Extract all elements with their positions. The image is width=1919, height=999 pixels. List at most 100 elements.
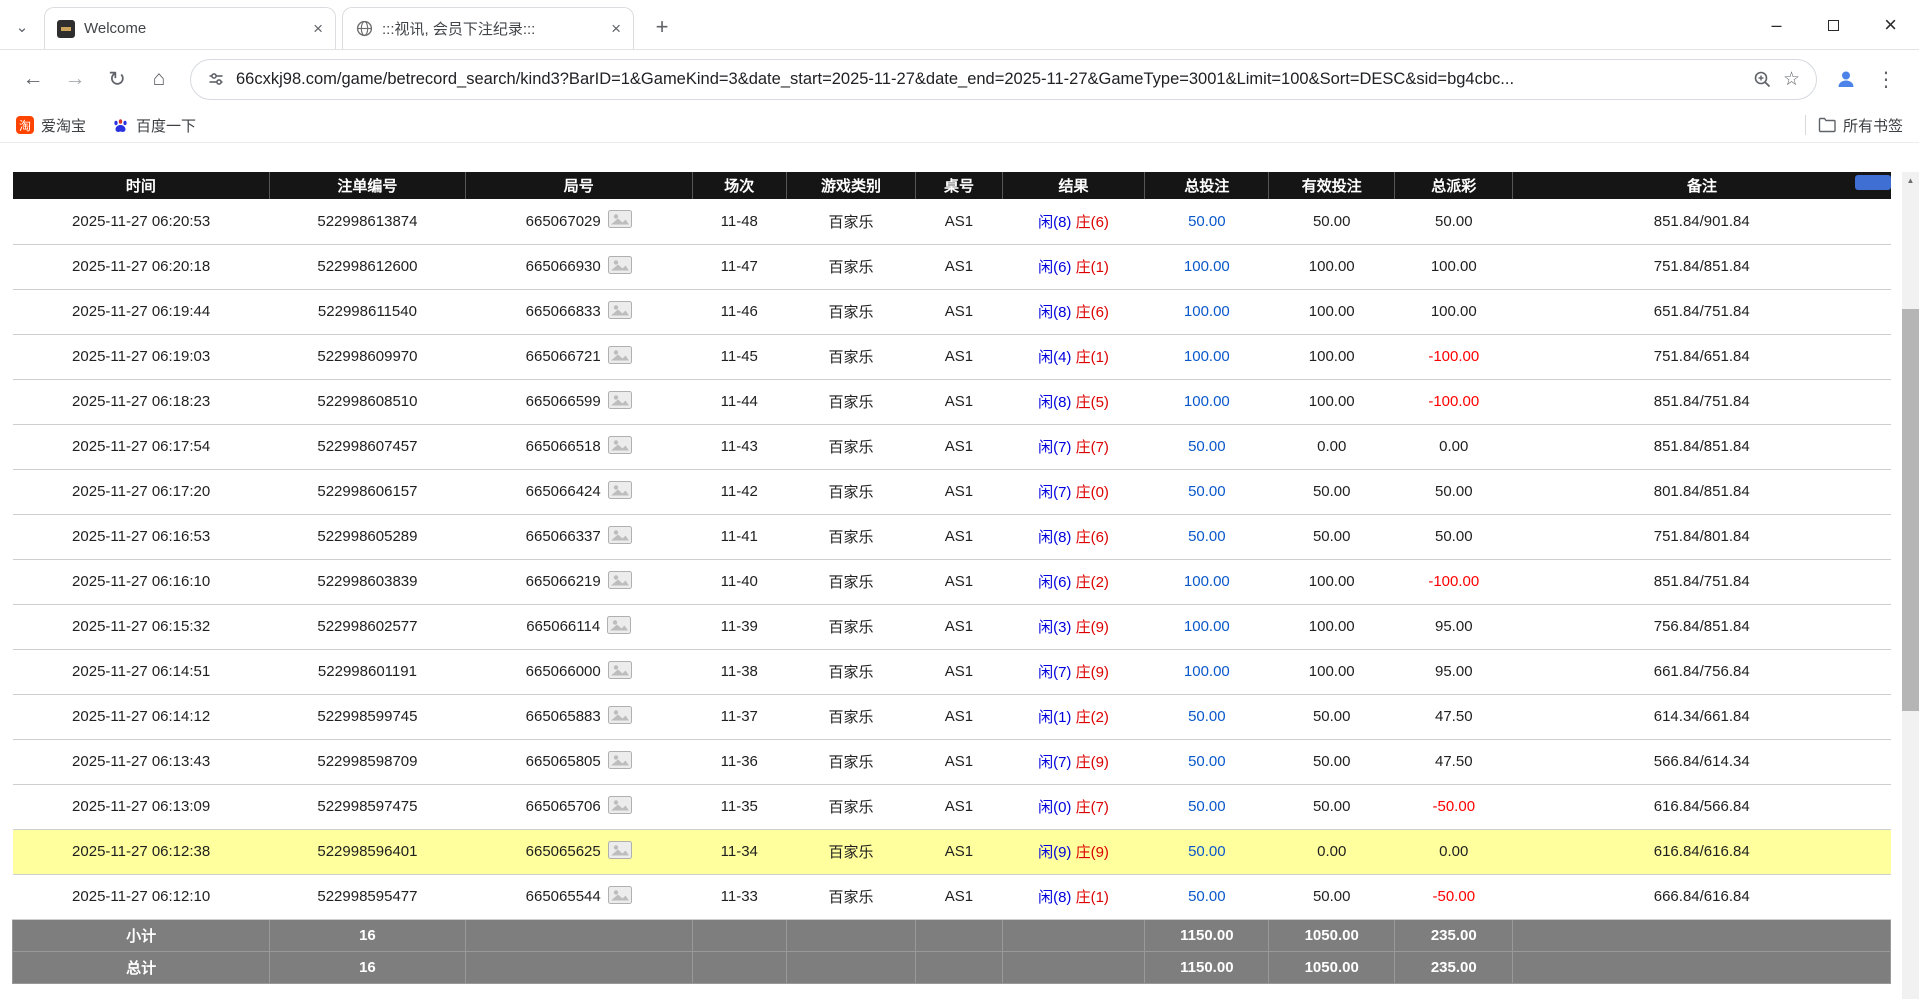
close-button[interactable]: × <box>1862 0 1919 50</box>
total-bet-link[interactable]: 100.00 <box>1184 258 1230 275</box>
round-image-icon[interactable] <box>608 706 632 728</box>
round-image-icon[interactable] <box>608 256 632 278</box>
maximize-button[interactable] <box>1805 0 1862 50</box>
round-image-icon[interactable] <box>608 751 632 773</box>
tab-welcome[interactable]: Welcome × <box>44 7 336 49</box>
partially-visible-button[interactable] <box>1855 175 1891 190</box>
total-bet-link[interactable]: 100.00 <box>1184 663 1230 680</box>
bet-row[interactable]: 2025-11-27 06:13:43522998598709665065805… <box>13 739 1891 784</box>
total-bet-link[interactable]: 50.00 <box>1188 438 1226 455</box>
bet-row[interactable]: 2025-11-27 06:14:51522998601191665066000… <box>13 649 1891 694</box>
tab-close-icon[interactable]: × <box>611 20 621 37</box>
cell-total-bet: 50.00 <box>1145 829 1269 874</box>
cell-game-type: 百家乐 <box>786 199 916 244</box>
bet-row[interactable]: 2025-11-27 06:20:53522998613874665067029… <box>13 199 1891 244</box>
cell-total-bet: 50.00 <box>1145 514 1269 559</box>
refresh-button[interactable]: ↻ <box>96 58 138 100</box>
cell-valid-bet: 50.00 <box>1269 514 1395 559</box>
bet-row[interactable]: 2025-11-27 06:15:32522998602577665066114… <box>13 604 1891 649</box>
cell-session: 11-43 <box>692 424 786 469</box>
cell-valid-bet: 50.00 <box>1269 784 1395 829</box>
all-bookmarks-label: 所有书签 <box>1843 115 1903 136</box>
bookmark-taobao[interactable]: 淘 爱淘宝 <box>16 115 86 136</box>
round-image-icon[interactable] <box>608 526 632 548</box>
round-image-icon[interactable] <box>607 616 631 638</box>
tab-search-button[interactable]: ⌄ <box>6 5 38 49</box>
total-bet-link[interactable]: 50.00 <box>1188 798 1226 815</box>
total-bet-link[interactable]: 100.00 <box>1184 303 1230 320</box>
tab-close-icon[interactable]: × <box>313 20 323 37</box>
bet-row[interactable]: 2025-11-27 06:16:53522998605289665066337… <box>13 514 1891 559</box>
minimize-button[interactable]: – <box>1748 0 1805 50</box>
bet-row[interactable]: 2025-11-27 06:12:38522998596401665065625… <box>13 829 1891 874</box>
forward-button[interactable]: → <box>54 58 96 100</box>
bookmark-star-icon[interactable]: ☆ <box>1783 68 1800 91</box>
bet-row[interactable]: 2025-11-27 06:16:10522998603839665066219… <box>13 559 1891 604</box>
round-image-icon[interactable] <box>608 346 632 368</box>
bet-row[interactable]: 2025-11-27 06:20:18522998612600665066930… <box>13 244 1891 289</box>
total-bet-link[interactable]: 50.00 <box>1188 753 1226 770</box>
home-button[interactable]: ⌂ <box>138 58 180 100</box>
cell-note: 616.84/566.84 <box>1513 784 1891 829</box>
new-tab-button[interactable]: + <box>644 9 680 45</box>
summary-empty-cell <box>692 919 786 951</box>
summary-row: 总计161150.001050.00235.00 <box>13 951 1891 983</box>
summary-total-bet: 1150.00 <box>1145 951 1269 983</box>
round-image-icon[interactable] <box>608 661 632 683</box>
round-image-icon[interactable] <box>608 436 632 458</box>
round-image-icon[interactable] <box>608 796 632 818</box>
tab-bet-record[interactable]: :::视讯, 会员下注纪录::: × <box>342 7 634 49</box>
bet-row[interactable]: 2025-11-27 06:12:10522998595477665065544… <box>13 874 1891 919</box>
cell-round: 665065625 <box>465 829 692 874</box>
url-bar[interactable]: 66cxkj98.com/game/betrecord_search/kind3… <box>190 59 1817 100</box>
cell-total-bet: 100.00 <box>1145 289 1269 334</box>
total-bet-link[interactable]: 50.00 <box>1188 708 1226 725</box>
zoom-icon[interactable] <box>1753 70 1772 89</box>
total-bet-link[interactable]: 50.00 <box>1188 528 1226 545</box>
column-header: 游戏类别 <box>786 172 916 199</box>
scrollbar[interactable]: ▲ ▼ <box>1902 172 1919 999</box>
total-bet-link[interactable]: 100.00 <box>1184 573 1230 590</box>
cell-session: 11-44 <box>692 379 786 424</box>
bet-row[interactable]: 2025-11-27 06:13:09522998597475665065706… <box>13 784 1891 829</box>
total-bet-link[interactable]: 50.00 <box>1188 888 1226 905</box>
bet-row[interactable]: 2025-11-27 06:17:54522998607457665066518… <box>13 424 1891 469</box>
scrollbar-thumb[interactable] <box>1902 309 1919 711</box>
round-image-icon[interactable] <box>608 571 632 593</box>
cell-session: 11-35 <box>692 784 786 829</box>
round-image-icon[interactable] <box>608 886 632 908</box>
round-image-icon[interactable] <box>608 841 632 863</box>
summary-row: 小计161150.001050.00235.00 <box>13 919 1891 951</box>
site-info-icon[interactable] <box>207 70 225 88</box>
total-bet-link[interactable]: 50.00 <box>1188 843 1226 860</box>
cell-session: 11-40 <box>692 559 786 604</box>
tab-strip: ⌄ Welcome × :::视讯, 会员下注纪录::: × + – × <box>0 0 1919 50</box>
bet-row[interactable]: 2025-11-27 06:19:03522998609970665066721… <box>13 334 1891 379</box>
bet-row[interactable]: 2025-11-27 06:17:20522998606157665066424… <box>13 469 1891 514</box>
round-image-icon[interactable] <box>608 391 632 413</box>
bet-row[interactable]: 2025-11-27 06:18:23522998608510665066599… <box>13 379 1891 424</box>
round-image-icon[interactable] <box>608 301 632 323</box>
summary-empty-cell <box>1002 951 1145 983</box>
profile-avatar-icon[interactable] <box>1827 60 1865 98</box>
cell-table-no: AS1 <box>916 784 1002 829</box>
bookmark-baidu[interactable]: 百度一下 <box>112 115 196 136</box>
round-image-icon[interactable] <box>608 210 632 232</box>
menu-button[interactable]: ⋮ <box>1865 58 1907 100</box>
cell-payout: 50.00 <box>1395 469 1513 514</box>
total-bet-link[interactable]: 50.00 <box>1188 483 1226 500</box>
total-bet-link[interactable]: 50.00 <box>1188 213 1226 230</box>
back-button[interactable]: ← <box>12 58 54 100</box>
bet-row[interactable]: 2025-11-27 06:14:12522998599745665065883… <box>13 694 1891 739</box>
cell-table-no: AS1 <box>916 604 1002 649</box>
round-image-icon[interactable] <box>608 481 632 503</box>
scroll-up-icon[interactable]: ▲ <box>1902 172 1919 189</box>
total-bet-link[interactable]: 100.00 <box>1184 348 1230 365</box>
cell-payout: -50.00 <box>1395 874 1513 919</box>
folder-icon <box>1818 117 1836 133</box>
bet-row[interactable]: 2025-11-27 06:19:44522998611540665066833… <box>13 289 1891 334</box>
cell-game-type: 百家乐 <box>786 334 916 379</box>
all-bookmarks-button[interactable]: 所有书签 <box>1818 115 1903 136</box>
total-bet-link[interactable]: 100.00 <box>1184 618 1230 635</box>
total-bet-link[interactable]: 100.00 <box>1184 393 1230 410</box>
